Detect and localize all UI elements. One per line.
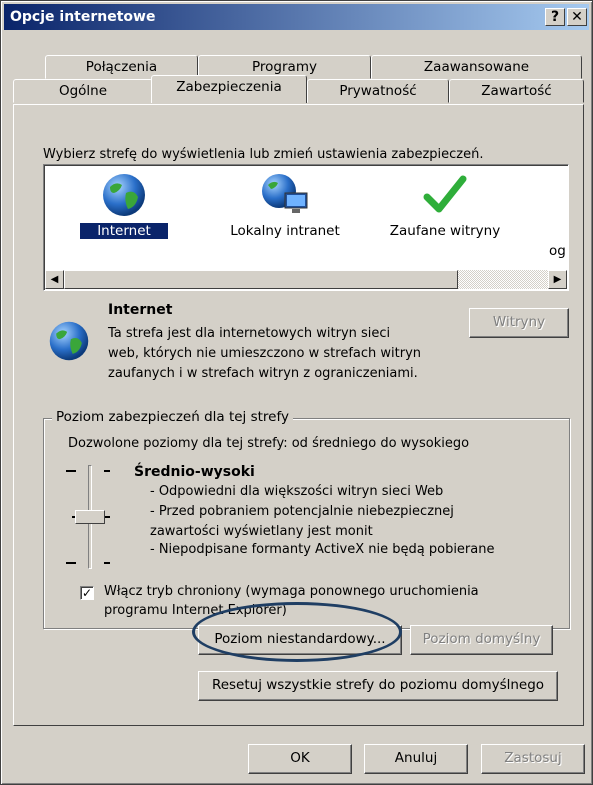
protected-mode-label[interactable]: Włącz tryb chroniony (wymaga ponownego u…: [104, 584, 479, 599]
reset-all-zones-button[interactable]: Resetuj wszystkie strefy do poziomu domy…: [198, 671, 558, 701]
window-title: Opcje internetowe: [10, 9, 156, 25]
horizontal-scrollbar[interactable]: ◀ ▶: [45, 270, 567, 289]
sites-button[interactable]: Witryny: [469, 308, 569, 338]
tab-prywatnosc[interactable]: Prywatność: [307, 79, 449, 103]
tab-zaawansowane[interactable]: Zaawansowane: [371, 55, 582, 79]
cancel-button[interactable]: Anuluj: [364, 744, 468, 774]
zone-info-line: web, których nie umieszczono w strefach …: [108, 346, 421, 361]
globe-icon: [103, 174, 145, 216]
intranet-globe-icon: [262, 174, 308, 213]
security-tab-panel: Wybierz strefę do wyświetlenia lub zmień…: [13, 104, 584, 726]
zone-internet[interactable]: Internet: [79, 171, 169, 240]
apply-button[interactable]: Zastosuj: [481, 744, 585, 774]
tab-ogolne[interactable]: Ogólne: [13, 79, 153, 103]
level-bullet: zawartości wyświetlany jest monit: [150, 524, 373, 539]
default-level-button[interactable]: Poziom domyślny: [410, 625, 553, 655]
tab-zabezpieczenia[interactable]: Zabezpieczenia: [151, 75, 307, 103]
zone-prompt: Wybierz strefę do wyświetlenia lub zmień…: [43, 147, 484, 162]
protected-mode-checkbox[interactable]: ✓: [80, 586, 94, 600]
close-button[interactable]: ✕: [567, 8, 587, 26]
level-bullet: - Przed pobraniem potencjalnie niebezpie…: [150, 504, 454, 519]
help-button[interactable]: ?: [545, 8, 565, 26]
level-bullet: - Niepodpisane formanty ActiveX nie będą…: [150, 542, 495, 557]
internet-zone-icon: [49, 321, 89, 361]
checkmark-icon: [423, 175, 467, 213]
ok-button[interactable]: OK: [248, 744, 352, 774]
zone-info-title: Internet: [108, 302, 173, 318]
zone-intranet[interactable]: Lokalny intranet: [220, 171, 350, 239]
allowed-levels-text: Dozwolone poziomy dla tej strefy: od śre…: [68, 436, 470, 451]
title-bar[interactable]: Opcje internetowe ? ✕: [4, 4, 589, 30]
protected-mode-label[interactable]: programu Internet Explorer): [104, 603, 287, 618]
scroll-right-icon[interactable]: ▶: [548, 270, 567, 289]
level-bullet: - Odpowiedni dla większości witryn sieci…: [150, 484, 444, 499]
zone-info-line: zaufanych i w strefach witryn z ogranicz…: [108, 366, 418, 381]
zone-label-partial: og: [549, 243, 566, 259]
zone-trusted[interactable]: Zaufane witryny: [380, 171, 510, 239]
zone-label: Internet: [79, 222, 169, 240]
custom-level-button[interactable]: Poziom niestandardowy...: [198, 625, 402, 655]
zone-label: Lokalny intranet: [230, 223, 340, 239]
scroll-thumb[interactable]: [64, 270, 458, 289]
slider-thumb[interactable]: [75, 510, 105, 524]
zone-list[interactable]: Internet Lokalny intranet Zaufane witryn…: [43, 164, 569, 291]
dialog-window: Opcje internetowe ? ✕ Połączenia Program…: [0, 0, 593, 785]
tab-zawartosc[interactable]: Zawartość: [449, 79, 584, 103]
zone-label: Zaufane witryny: [389, 223, 501, 239]
level-name: Średnio-wysoki: [134, 464, 255, 480]
scroll-left-icon[interactable]: ◀: [45, 270, 64, 289]
security-level-slider[interactable]: [64, 465, 118, 569]
group-title: Poziom zabezpieczeń dla tej strefy: [52, 409, 293, 425]
zone-info-line: Ta strefa jest dla internetowych witryn …: [108, 326, 391, 341]
